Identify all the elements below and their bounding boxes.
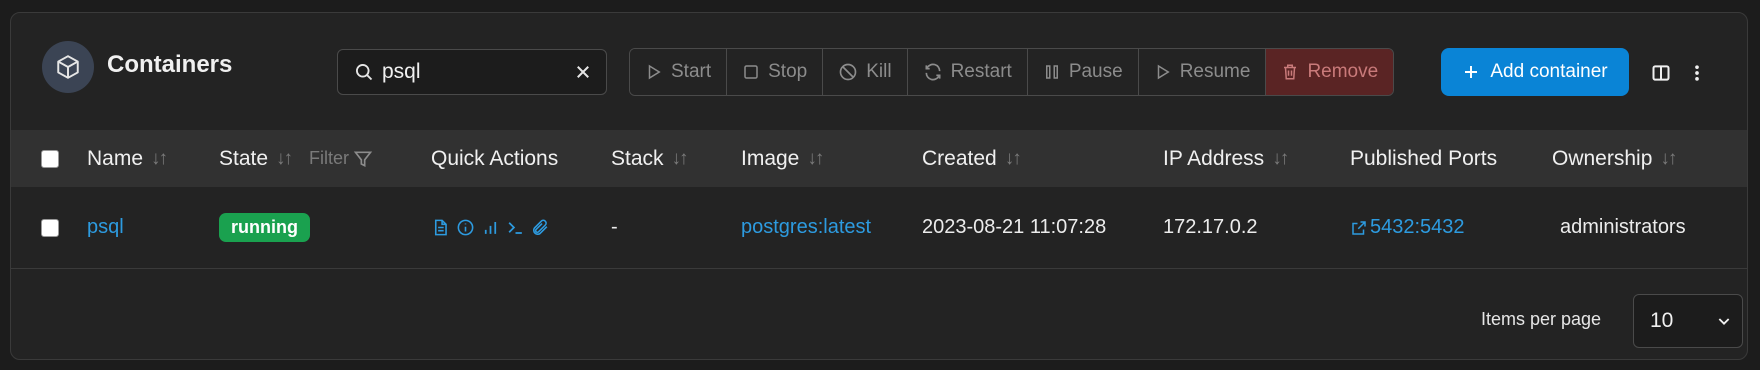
add-container-button[interactable]: Add container <box>1441 48 1629 96</box>
column-ownership-label: Ownership <box>1552 146 1653 170</box>
items-per-page-value: 10 <box>1650 309 1674 332</box>
column-created[interactable]: Created ↓↑ <box>922 130 1022 187</box>
stats-icon[interactable] <box>481 218 500 237</box>
chevron-down-icon <box>1718 318 1730 325</box>
attach-icon[interactable] <box>531 218 550 237</box>
filter-icon <box>353 151 373 167</box>
resume-label: Resume <box>1179 61 1251 82</box>
state-cell: running <box>219 187 310 268</box>
stop-label: Stop <box>768 61 808 82</box>
sort-icon: ↓↑ <box>1660 147 1677 169</box>
column-image[interactable]: Image ↓↑ <box>741 130 824 187</box>
published-port-link[interactable]: 5432:5432 <box>1350 187 1465 268</box>
container-actions-group: Start Stop Kill Restart Pause Resume Rem… <box>629 48 1395 96</box>
column-ports: Published Ports <box>1350 130 1497 187</box>
sort-icon: ↓↑ <box>1004 147 1022 169</box>
start-button[interactable]: Start <box>630 49 728 95</box>
search-box[interactable] <box>337 49 607 95</box>
sort-icon: ↓↑ <box>151 147 168 169</box>
search-icon <box>354 62 374 87</box>
column-stack[interactable]: Stack ↓↑ <box>611 130 689 187</box>
column-ip-label: IP Address <box>1163 146 1265 170</box>
refresh-icon <box>925 63 941 81</box>
console-icon[interactable] <box>506 218 525 237</box>
containers-panel: Containers Start Stop <box>10 12 1748 360</box>
column-ownership[interactable]: Ownership ↓↑ <box>1552 130 1677 187</box>
state-filter-label: Filter <box>309 148 350 168</box>
ban-icon <box>839 63 857 81</box>
column-ip[interactable]: IP Address ↓↑ <box>1163 130 1289 187</box>
column-ports-label: Published Ports <box>1350 146 1498 170</box>
stack-cell: - <box>611 216 618 238</box>
close-icon[interactable] <box>574 63 592 86</box>
column-name[interactable]: Name ↓↑ <box>87 130 168 187</box>
table-header: Name ↓↑ State ↓↑ Filter Quick Actions St… <box>11 130 1747 187</box>
start-label: Start <box>671 61 712 82</box>
ip-cell: 172.17.0.2 <box>1163 216 1258 238</box>
stop-button[interactable]: Stop <box>727 49 824 95</box>
sort-icon: ↓↑ <box>276 147 293 169</box>
created-cell: 2023-08-21 11:07:28 <box>922 216 1107 238</box>
column-name-label: Name <box>87 146 144 170</box>
table-row: psql running - postgres:latest 2023-08-2… <box>11 187 1747 269</box>
columns-icon[interactable] <box>1651 63 1671 88</box>
square-icon <box>744 65 758 79</box>
column-quick-actions: Quick Actions <box>431 130 558 187</box>
trash-icon <box>1284 64 1297 80</box>
page-title: Containers <box>107 51 233 78</box>
panel-header: Containers Start Stop <box>11 13 1747 130</box>
plus-icon <box>1465 66 1478 78</box>
column-stack-label: Stack <box>611 146 664 170</box>
restart-label: Restart <box>950 61 1012 82</box>
status-badge: running <box>219 213 310 242</box>
column-state-label: State <box>219 146 269 170</box>
ownership-cell: administrators <box>1560 216 1686 238</box>
remove-label: Remove <box>1307 61 1379 82</box>
more-options-icon[interactable] <box>1687 63 1707 88</box>
quick-actions <box>431 187 550 268</box>
column-state[interactable]: State ↓↑ Filter <box>219 130 373 187</box>
column-created-label: Created <box>922 146 997 170</box>
add-container-label: Add container <box>1490 61 1608 82</box>
pause-icon <box>1045 65 1058 79</box>
state-filter[interactable]: Filter <box>309 148 373 169</box>
cube-icon <box>42 41 94 93</box>
published-port-label: 5432:5432 <box>1370 216 1465 238</box>
pause-label: Pause <box>1068 61 1123 82</box>
resume-button[interactable]: Resume <box>1138 49 1267 95</box>
select-all-checkbox[interactable] <box>41 149 59 168</box>
search-input[interactable] <box>382 58 562 86</box>
column-image-label: Image <box>741 146 800 170</box>
sort-icon: ↓↑ <box>1272 147 1289 169</box>
sort-icon: ↓↑ <box>807 147 824 169</box>
restart-button[interactable]: Restart <box>907 49 1028 95</box>
sort-icon: ↓↑ <box>671 147 689 169</box>
kill-button[interactable]: Kill <box>823 49 908 95</box>
info-icon[interactable] <box>456 218 475 237</box>
play-icon <box>1157 64 1170 80</box>
kill-label: Kill <box>866 61 892 82</box>
play-icon <box>648 64 661 80</box>
items-per-page-label: Items per page <box>1481 309 1602 329</box>
items-per-page-select[interactable]: 10 <box>1633 294 1743 348</box>
pause-button[interactable]: Pause <box>1027 49 1139 95</box>
row-checkbox[interactable] <box>41 218 59 237</box>
container-name-link[interactable]: psql <box>87 187 124 268</box>
remove-button[interactable]: Remove <box>1266 49 1394 95</box>
select-all-cell <box>41 130 59 187</box>
external-link-icon <box>1352 220 1366 235</box>
column-quick-actions-label: Quick Actions <box>431 146 559 170</box>
image-link[interactable]: postgres:latest <box>741 187 871 268</box>
logs-icon[interactable] <box>431 218 450 237</box>
row-select-cell <box>41 187 59 268</box>
